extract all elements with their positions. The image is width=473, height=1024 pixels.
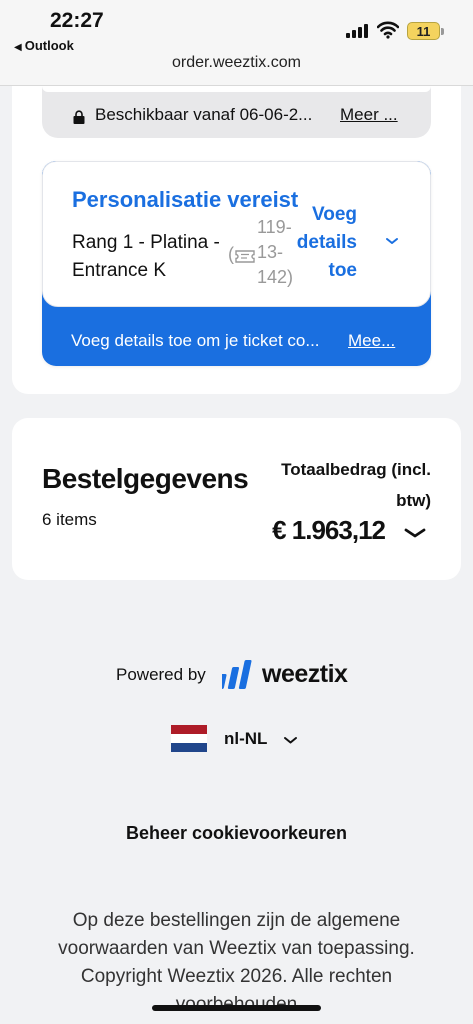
ticket-icon [235, 250, 255, 263]
address-bar-url[interactable]: order.weeztix.com [0, 54, 473, 72]
legal-notice: Op deze bestellingen zijn de algemene vo… [58, 910, 415, 1011]
ticket-notice-more-link[interactable]: Mee... [348, 331, 395, 351]
order-details-card[interactable]: Bestelgegevens 6 items Totaalbedrag (inc… [12, 418, 461, 580]
add-details-line: toe [328, 260, 358, 281]
add-details-line: details [296, 232, 357, 253]
back-app-label: Outlook [24, 38, 74, 53]
signal-icon [346, 24, 370, 38]
add-details-line: Voeg [311, 204, 357, 225]
back-to-app-link[interactable]: ◀ Outlook [14, 38, 74, 53]
order-item-count: 6 items [42, 510, 97, 529]
add-details-button[interactable]: Voeg details toe [289, 201, 357, 285]
ticket-details-notice: Voeg details toe om je ticket co... [71, 331, 320, 350]
language-selector[interactable]: nl-NL [224, 729, 267, 749]
back-triangle-icon: ◀ [14, 42, 22, 53]
browser-status-bar: 22:27 ◀ Outlook 11 order.weeztix.com [0, 0, 473, 86]
ticket-rank-name: Rang 1 - Platina - Entrance K [72, 232, 220, 281]
wifi-icon [377, 21, 399, 39]
previous-ticket-bottom [42, 86, 431, 92]
order-details-title: Bestelgegevens [42, 463, 249, 494]
chevron-down-icon[interactable] [283, 736, 298, 745]
ticket-card: Personalisatie vereist Rang 1 - Platina … [42, 161, 431, 366]
personalisation-required-title: Personalisatie vereist [72, 187, 299, 212]
battery-icon: 11 [407, 22, 444, 40]
netherlands-flag-icon[interactable] [171, 725, 207, 752]
availability-more-link[interactable]: Meer ... [340, 105, 398, 125]
chevron-down-icon[interactable] [385, 236, 399, 246]
home-indicator[interactable] [152, 1005, 321, 1011]
ticket-id-paren: ( [228, 244, 234, 264]
clock-time: 22:27 [50, 9, 104, 32]
weeztix-logo-icon [222, 660, 252, 689]
total-amount-label: Totaalbedrag (incl. btw) [281, 460, 431, 510]
availability-text: Beschikbaar vanaf 06-06-2... [95, 105, 313, 124]
availability-banner: Beschikbaar vanaf 06-06-2... Meer ... [42, 86, 431, 138]
chevron-down-icon[interactable] [404, 527, 426, 539]
lock-icon [73, 110, 85, 124]
weeztix-brand-name: weeztix [262, 660, 348, 688]
powered-by-label: Powered by [116, 665, 206, 684]
total-amount-value: € 1.963,12 [272, 515, 386, 545]
cookie-preferences-link[interactable]: Beheer cookievoorkeuren [0, 823, 473, 844]
ticket-card-body: Personalisatie vereist Rang 1 - Platina … [42, 161, 431, 307]
